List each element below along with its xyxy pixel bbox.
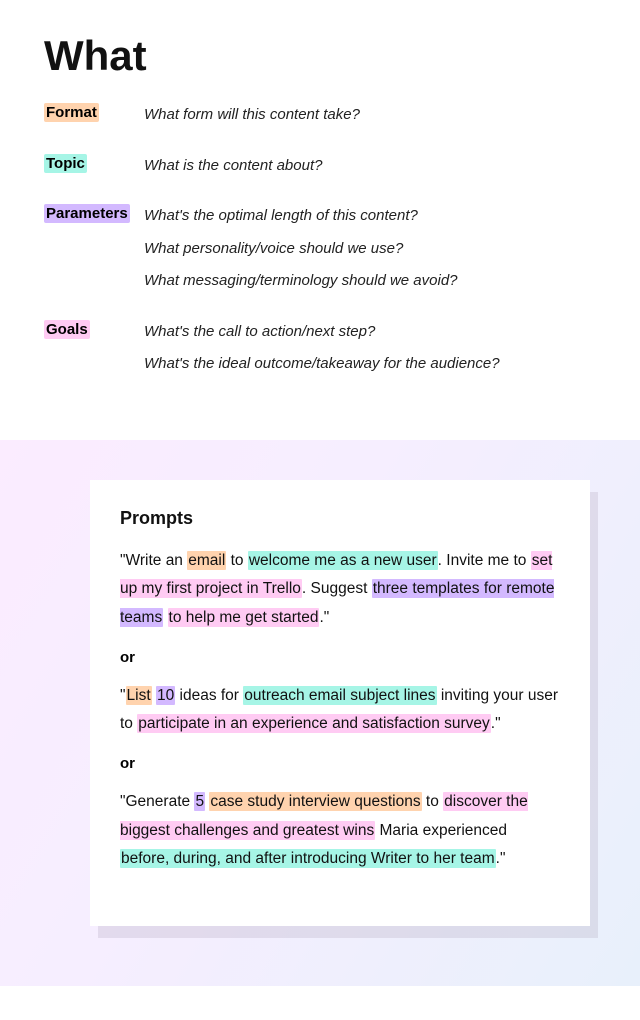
highlighted-text: before, during, and after introducing Wr… <box>120 849 496 868</box>
prompt-text: . Suggest <box>302 580 372 597</box>
definition-question: What messaging/terminology should we avo… <box>144 270 596 293</box>
definition-row: Goals What's the call to action/next step… <box>44 321 596 386</box>
definition-question: What is the content about? <box>144 155 596 178</box>
definition-question: What personality/voice should we use? <box>144 238 596 261</box>
definition-row: Parameters What's the optimal length of t… <box>44 205 596 303</box>
prompts-card: Prompts "Write an email to welcome me as… <box>90 480 590 926</box>
definition-question: What's the optimal length of this conten… <box>144 205 596 228</box>
definitions-section: Format What form will this content take? T… <box>0 104 640 440</box>
prompt-text: ." <box>319 609 329 626</box>
highlighted-text: 10 <box>156 686 175 705</box>
prompt-text: to <box>422 793 444 810</box>
prompt-text <box>163 609 167 626</box>
definition-label: Topic <box>44 154 87 173</box>
prompt-text: ideas for <box>175 687 243 704</box>
prompt-example: "Generate 5 case study interview questio… <box>120 788 560 874</box>
definition-label: Goals <box>44 320 90 339</box>
prompts-heading: Prompts <box>120 508 560 529</box>
definition-row: Format What form will this content take? <box>44 104 596 137</box>
definition-questions: What's the call to action/next step? What… <box>144 321 596 386</box>
prompt-text: "Generate <box>120 793 194 810</box>
prompt-example: "List 10 ideas for outreach email subjec… <box>120 682 560 739</box>
highlighted-text: to help me get started <box>168 608 320 627</box>
definition-row: Topic What is the content about? <box>44 155 596 188</box>
definition-question: What's the ideal outcome/takeaway for th… <box>144 353 596 376</box>
highlighted-text: 5 <box>194 792 205 811</box>
prompt-example: "Write an email to welcome me as a new u… <box>120 547 560 633</box>
definition-label: Parameters <box>44 204 130 223</box>
highlighted-text: participate in an experience and satisfa… <box>137 714 491 733</box>
highlighted-text: email <box>187 551 226 570</box>
prompt-text: to <box>226 552 248 569</box>
prompt-separator: or <box>120 755 560 772</box>
prompt-text: "Write an <box>120 552 187 569</box>
definition-label: Format <box>44 103 99 122</box>
page-title: What <box>0 0 640 104</box>
definition-questions: What is the content about? <box>144 155 596 188</box>
highlighted-text: outreach email subject lines <box>243 686 436 705</box>
definition-question: What form will this content take? <box>144 104 596 127</box>
definition-questions: What form will this content take? <box>144 104 596 137</box>
prompt-text: ." <box>496 850 506 867</box>
definition-question: What's the call to action/next step? <box>144 321 596 344</box>
prompt-text: . Invite me to <box>438 552 531 569</box>
highlighted-text: welcome me as a new user <box>248 551 438 570</box>
highlighted-text: case study interview questions <box>209 792 421 811</box>
prompts-section: Prompts "Write an email to welcome me as… <box>0 440 640 986</box>
prompt-text: " <box>120 687 126 704</box>
highlighted-text: List <box>126 686 152 705</box>
definition-questions: What's the optimal length of this conten… <box>144 205 596 303</box>
prompt-separator: or <box>120 649 560 666</box>
prompt-text: ." <box>491 715 501 732</box>
prompt-text: Maria experienced <box>375 822 507 839</box>
